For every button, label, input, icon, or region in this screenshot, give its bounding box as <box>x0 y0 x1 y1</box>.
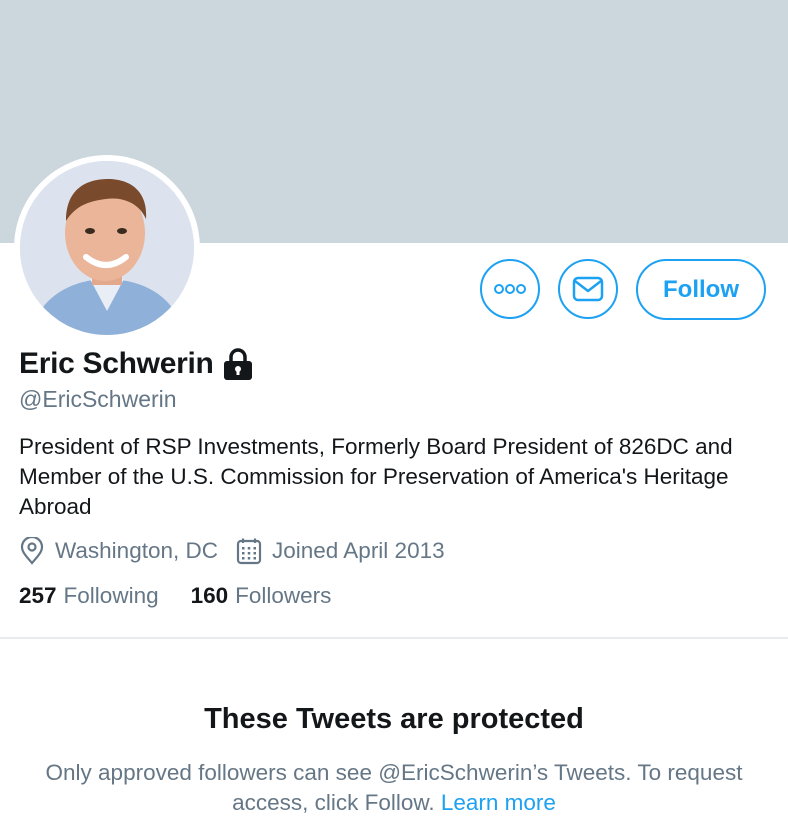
profile-name-row: Eric Schwerin <box>19 347 254 381</box>
location-pin-icon <box>20 537 44 565</box>
calendar-icon <box>236 538 262 565</box>
protected-title: These Tweets are protected <box>204 703 584 735</box>
following-count: 257 <box>19 583 57 608</box>
followers-label: Followers <box>235 583 332 608</box>
location-item: Washington, DC <box>19 537 218 565</box>
followers-link[interactable]: 160 Followers <box>191 583 332 609</box>
avatar[interactable] <box>14 155 200 341</box>
joined-item: Joined April 2013 <box>236 537 445 565</box>
follow-label: Follow <box>663 275 739 303</box>
profile-meta: Washington, DC Joined April 2013 <box>19 537 445 565</box>
joined-text: Joined April 2013 <box>271 538 445 563</box>
profile-handle: @EricSchwerin <box>19 386 177 412</box>
follow-button[interactable]: Follow <box>636 259 766 320</box>
more-options-icon <box>494 284 526 294</box>
following-label: Following <box>63 583 159 608</box>
learn-more-link[interactable]: Learn more <box>441 790 556 815</box>
message-button[interactable] <box>558 259 618 319</box>
more-options-button[interactable] <box>480 259 540 319</box>
followers-count: 160 <box>190 583 229 608</box>
profile-bio: President of RSP Investments, Formerly B… <box>19 434 733 519</box>
following-link[interactable]: 257 Following <box>19 583 159 609</box>
protected-text: Only approved followers can see @EricSch… <box>45 760 743 815</box>
profile-stats: 257 Following 160 Followers <box>19 583 331 609</box>
avatar-photo <box>20 161 194 335</box>
divider <box>0 637 788 639</box>
location-text: Washington, DC <box>55 538 218 563</box>
envelope-icon <box>572 276 604 302</box>
lock-icon <box>222 347 254 381</box>
protected-message: Only approved followers can see @EricSch… <box>30 758 758 818</box>
profile-name: Eric Schwerin <box>19 347 214 380</box>
